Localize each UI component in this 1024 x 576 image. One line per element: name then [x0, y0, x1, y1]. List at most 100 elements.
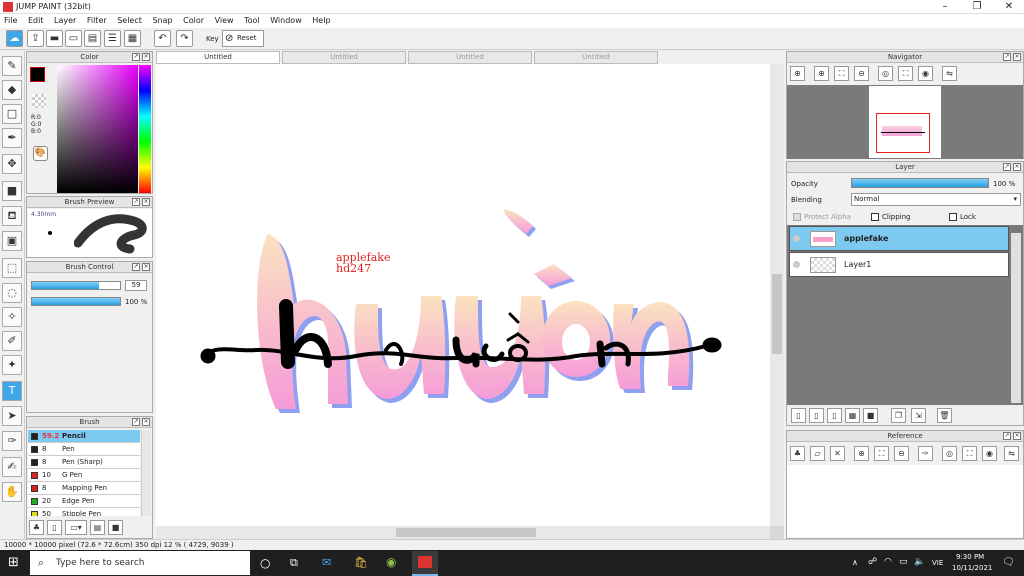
horizontal-scroll-thumb[interactable] — [396, 528, 536, 537]
float-icon[interactable]: ↗ — [132, 418, 140, 426]
close-reference-icon[interactable]: ✕ — [830, 446, 845, 461]
reference-fit-icon[interactable]: ⛶ — [874, 446, 889, 461]
brush-folder-icon[interactable]: ■ — [108, 520, 123, 535]
float-icon[interactable]: ↗ — [132, 198, 140, 206]
brush-item-mapping-pen[interactable]: 8 Mapping Pen — [28, 482, 140, 495]
hand-tool-icon[interactable]: ✋ — [2, 482, 22, 502]
layer-item-layer1[interactable]: Layer1 — [789, 252, 1009, 277]
zoom-out-icon[interactable]: ⊖ — [854, 66, 869, 81]
windows-start-icon[interactable]: ⊞ — [8, 556, 22, 570]
rotate-icon[interactable]: ◎ — [878, 66, 893, 81]
palette-icon[interactable]: 🎨 — [33, 146, 48, 161]
reference-settings-icon[interactable]: ♣ — [790, 446, 805, 461]
taskbar-search-box[interactable]: ⌕ Type here to search — [30, 551, 250, 575]
menu-select[interactable]: Select — [113, 14, 146, 27]
move-tool-icon[interactable]: ✥ — [2, 154, 22, 174]
panel-close-icon[interactable]: × — [142, 418, 150, 426]
layer-list-scrollbar[interactable] — [1011, 233, 1021, 403]
task-view-icon[interactable]: ⧉ — [290, 556, 298, 570]
new-halftone-layer-icon[interactable]: ▦ — [845, 408, 860, 423]
tab-untitled-1[interactable]: Untitled — [156, 51, 280, 64]
language-indicator[interactable]: VIE — [932, 559, 943, 567]
clipping-checkbox[interactable] — [871, 213, 879, 221]
brush-item-g-pen[interactable]: 10 G Pen — [28, 469, 140, 482]
float-icon[interactable]: ↗ — [132, 53, 140, 61]
navigator-viewport[interactable] — [876, 113, 930, 153]
brush-copy-icon[interactable]: ▤ — [90, 520, 105, 535]
layer-folder-icon[interactable]: ■ — [863, 408, 878, 423]
reference-rotate-icon[interactable]: ◎ — [942, 446, 957, 461]
undo-icon[interactable]: ↶ — [154, 30, 171, 47]
share-icon[interactable]: ⇪ — [27, 30, 44, 47]
reset-button[interactable]: ⊘ Reset — [222, 30, 264, 47]
redo-icon[interactable]: ↷ — [176, 30, 193, 47]
gradient-tool-icon[interactable]: ▣ — [2, 231, 22, 251]
chevron-up-icon[interactable]: ∧ — [852, 558, 858, 567]
new-layer-1bit-icon[interactable]: ▯ — [827, 408, 842, 423]
saturation-value-picker[interactable] — [57, 65, 138, 193]
menu-filter[interactable]: Filter — [83, 14, 111, 27]
tab-untitled-2[interactable]: Untitled — [282, 51, 406, 64]
brush-item-edge-pen[interactable]: 20 Edge Pen — [28, 495, 140, 508]
float-icon[interactable]: ↗ — [132, 263, 140, 271]
clock-time[interactable]: 9:30 PM — [956, 553, 984, 561]
menu-layer[interactable]: Layer — [50, 14, 80, 27]
reference-reset-icon[interactable]: ◉ — [982, 446, 997, 461]
brush-item-pen[interactable]: 8 Pen — [28, 443, 140, 456]
merge-layer-icon[interactable]: ⇲ — [911, 408, 926, 423]
menu-snap[interactable]: Snap — [148, 14, 176, 27]
store-icon[interactable]: 🛍 — [354, 556, 368, 569]
notification-icon[interactable]: 🗨 — [1002, 557, 1015, 568]
minimize-button[interactable]: – — [930, 0, 960, 14]
panel-close-icon[interactable]: × — [1013, 53, 1021, 61]
menu-view[interactable]: View — [211, 14, 238, 27]
lasso-icon[interactable]: ◌ — [2, 283, 22, 303]
fit-icon[interactable]: ⛶ — [834, 66, 849, 81]
menu-color[interactable]: Color — [179, 14, 208, 27]
reference-flip-icon[interactable]: ⇋ — [1004, 446, 1019, 461]
layer-item-applefake[interactable]: applefake — [789, 226, 1009, 251]
flip-icon[interactable]: ⇋ — [942, 66, 957, 81]
zoom-plus-icon[interactable]: ⊕ — [814, 66, 829, 81]
bucket-tool-icon[interactable]: ⛾ — [2, 206, 22, 226]
transparent-swatch[interactable] — [32, 94, 46, 108]
canvas-vertical-scrollbar[interactable] — [770, 64, 784, 526]
text-tool-icon[interactable]: T — [2, 381, 22, 401]
panel-close-icon[interactable]: × — [1013, 432, 1021, 440]
brush-size-slider[interactable] — [31, 281, 121, 290]
open-reference-icon[interactable]: ▱ — [810, 446, 825, 461]
duplicate-layer-icon[interactable]: ❐ — [891, 408, 906, 423]
select-rect-icon[interactable]: ⬚ — [2, 258, 22, 278]
cloud-icon[interactable]: ☁ — [6, 30, 23, 47]
blending-select[interactable]: Normal ▾ — [851, 193, 1021, 206]
volume-icon[interactable]: 🔈 — [914, 557, 925, 567]
new-brush-icon[interactable]: ▯ — [47, 520, 62, 535]
eraser-tool-icon[interactable]: ◆ — [2, 80, 22, 100]
menu-help[interactable]: Help — [308, 14, 334, 27]
eye-icon[interactable] — [793, 261, 800, 268]
brush-list-scrollbar[interactable] — [141, 430, 151, 516]
close-button[interactable]: ✕ — [994, 0, 1024, 14]
brush-settings-icon[interactable]: ♣ — [29, 520, 44, 535]
brush-type-icon[interactable]: ▭▾ — [65, 520, 87, 535]
menu-tool[interactable]: Tool — [240, 14, 264, 27]
panel-close-icon[interactable]: × — [142, 263, 150, 271]
lock-checkbox[interactable] — [949, 213, 957, 221]
fill-rect-tool-icon[interactable]: ■ — [2, 181, 22, 201]
jumppaint-taskbar-icon[interactable] — [412, 551, 438, 576]
network-icon[interactable]: ☍ — [868, 557, 877, 567]
pen-tool-icon[interactable]: ✒ — [2, 128, 22, 148]
menu-edit[interactable]: Edit — [24, 14, 48, 27]
drawing-canvas[interactable]: applefake hd247 — [156, 64, 770, 526]
float-icon[interactable]: ↗ — [1003, 53, 1011, 61]
reference-zoom-in-icon[interactable]: ⊕ — [854, 446, 869, 461]
select-pen-icon[interactable]: ✐ — [2, 331, 22, 351]
reference-fullscreen-icon[interactable]: ⛶ — [962, 446, 977, 461]
navigator-thumbnail[interactable] — [869, 86, 941, 158]
vertical-scroll-thumb[interactable] — [772, 274, 782, 354]
brush-opacity-slider[interactable] — [31, 297, 121, 306]
menu-file[interactable]: File — [0, 14, 21, 27]
zoom-in-icon[interactable]: ⊕ — [790, 66, 805, 81]
panel-close-icon[interactable]: × — [142, 198, 150, 206]
menu-window[interactable]: Window — [266, 14, 306, 27]
